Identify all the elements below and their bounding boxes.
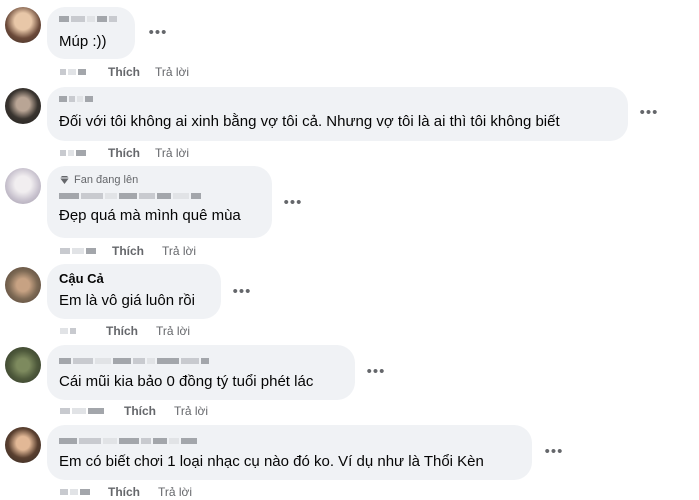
comment-author[interactable] bbox=[59, 14, 123, 24]
comment-text: Đẹp quá mà mình quê mùa bbox=[59, 207, 241, 224]
avatar[interactable] bbox=[5, 88, 41, 124]
more-dots-icon[interactable]: ••• bbox=[544, 442, 564, 462]
avatar[interactable] bbox=[5, 347, 41, 383]
comment-author[interactable] bbox=[59, 191, 260, 201]
more-dots-icon[interactable]: ••• bbox=[232, 282, 252, 302]
comment-author[interactable] bbox=[59, 94, 616, 104]
more-dots-icon[interactable]: ••• bbox=[148, 23, 168, 43]
reply-button[interactable]: Trả lời bbox=[156, 324, 190, 338]
badge-label: Fan đang lên bbox=[74, 174, 139, 186]
comment-bubble: Múp :)) bbox=[47, 7, 135, 59]
comment-text: Đối với tôi không ai xinh bằng vợ tôi cả… bbox=[59, 113, 560, 130]
comment-timestamp[interactable] bbox=[60, 247, 98, 255]
comment-timestamp[interactable] bbox=[60, 407, 106, 415]
comment-text: Cái mũi kia bảo 0 đồng tý tuổi phét lác bbox=[59, 373, 314, 390]
comment-timestamp[interactable] bbox=[60, 68, 86, 76]
reply-button[interactable]: Trả lời bbox=[155, 146, 189, 160]
avatar[interactable] bbox=[5, 427, 41, 463]
comment-actions: Thích Trả lời bbox=[60, 64, 189, 80]
like-button[interactable]: Thích bbox=[112, 244, 144, 258]
comment-timestamp[interactable] bbox=[60, 488, 90, 496]
reply-button[interactable]: Trả lời bbox=[162, 244, 196, 258]
comment-timestamp[interactable] bbox=[60, 149, 86, 157]
comment-bubble: Fan đang lên Đẹp quá mà mình quê mùa bbox=[47, 166, 272, 238]
comment-actions: Thích Trả lời bbox=[60, 323, 190, 339]
diamond-badge-icon bbox=[60, 176, 69, 184]
comment-bubble: Cậu Cả Em là vô giá luôn rồi bbox=[47, 264, 221, 319]
comment-text: Em là vô giá luôn rồi bbox=[59, 292, 195, 309]
avatar[interactable] bbox=[5, 7, 41, 43]
comment-bubble: Cái mũi kia bảo 0 đồng tý tuổi phét lác bbox=[47, 345, 355, 400]
reply-button[interactable]: Trả lời bbox=[158, 485, 192, 499]
comment-author[interactable]: Cậu Cả bbox=[59, 271, 104, 286]
like-button[interactable]: Thích bbox=[124, 404, 156, 418]
like-button[interactable]: Thích bbox=[108, 485, 140, 499]
comment-text: Múp :)) bbox=[59, 33, 107, 50]
comment-text: Em có biết chơi 1 loại nhạc cụ nào đó ko… bbox=[59, 453, 484, 470]
reply-button[interactable]: Trả lời bbox=[174, 404, 208, 418]
reply-button[interactable]: Trả lời bbox=[155, 65, 189, 79]
like-button[interactable]: Thích bbox=[108, 146, 140, 160]
comment-author[interactable] bbox=[59, 356, 343, 366]
comment-actions: Thích Trả lời bbox=[60, 403, 208, 419]
more-dots-icon[interactable]: ••• bbox=[639, 103, 659, 123]
comment-actions: Thích Trả lời bbox=[60, 243, 196, 259]
comment-author[interactable] bbox=[59, 436, 520, 446]
comment-actions: Thích Trả lời bbox=[60, 145, 189, 161]
more-dots-icon[interactable]: ••• bbox=[366, 362, 386, 382]
avatar[interactable] bbox=[5, 267, 41, 303]
comment-bubble: Đối với tôi không ai xinh bằng vợ tôi cả… bbox=[47, 87, 628, 141]
comment-timestamp[interactable] bbox=[60, 327, 86, 335]
like-button[interactable]: Thích bbox=[106, 324, 138, 338]
fan-badge[interactable]: Fan đang lên bbox=[59, 173, 260, 187]
avatar[interactable] bbox=[5, 168, 41, 204]
comment-bubble: Em có biết chơi 1 loại nhạc cụ nào đó ko… bbox=[47, 425, 532, 480]
like-button[interactable]: Thích bbox=[108, 65, 140, 79]
more-dots-icon[interactable]: ••• bbox=[283, 193, 303, 213]
